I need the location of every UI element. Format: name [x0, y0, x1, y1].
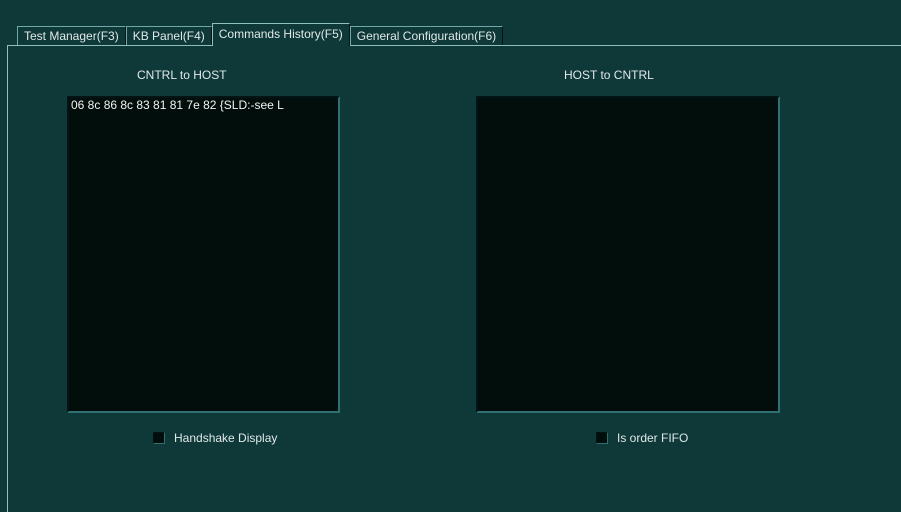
is-order-fifo-checkbox[interactable] — [596, 432, 608, 444]
tab-general-configuration[interactable]: General Configuration(F6) — [349, 26, 504, 46]
is-order-fifo-option[interactable]: Is order FIFO — [596, 431, 688, 445]
tab-kb-panel[interactable]: KB Panel(F4) — [125, 26, 212, 46]
handshake-display-option[interactable]: Handshake Display — [153, 431, 277, 445]
handshake-display-label: Handshake Display — [174, 431, 278, 445]
tab-commands-history[interactable]: Commands History(F5) — [211, 23, 350, 46]
handshake-display-checkbox[interactable] — [153, 432, 165, 444]
commands-history-window: Test Manager(F3) KB Panel(F4) Commands H… — [0, 0, 901, 512]
cntrl-to-host-caption: CNTRL to HOST — [137, 68, 227, 82]
tab-test-manager[interactable]: Test Manager(F3) — [17, 26, 126, 46]
host-to-cntrl-list[interactable] — [476, 96, 780, 413]
is-order-fifo-label: Is order FIFO — [617, 431, 689, 445]
list-item[interactable]: 06 8c 86 8c 83 81 81 7e 82 {SLD:-see L — [69, 98, 338, 113]
tab-strip: Test Manager(F3) KB Panel(F4) Commands H… — [17, 22, 504, 46]
cntrl-to-host-list[interactable]: 06 8c 86 8c 83 81 81 7e 82 {SLD:-see L — [67, 96, 340, 413]
host-to-cntrl-caption: HOST to CNTRL — [564, 68, 654, 82]
